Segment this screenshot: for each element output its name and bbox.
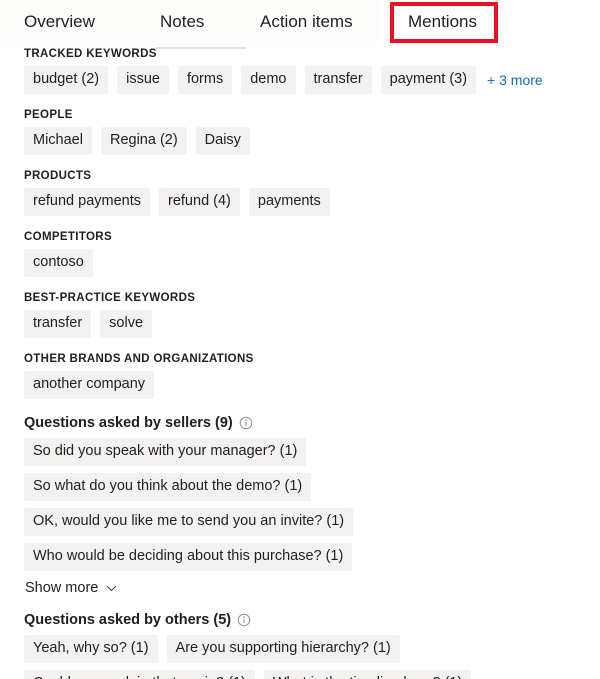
mentions-panel: Overview Notes Action items Mentions TRA… (0, 0, 600, 679)
chip-list: budget (2) issue forms demo transfer pay… (24, 66, 584, 94)
show-more-label: Show more (25, 580, 99, 596)
tab-underline-indicator (156, 47, 246, 49)
tab-overview-label: Overview (24, 12, 95, 31)
chevron-down-icon (105, 582, 118, 595)
keyword-chip[interactable]: payment (3) (380, 66, 477, 94)
question-chip[interactable]: Yeah, why so? (1) (24, 635, 158, 663)
brand-chip[interactable]: another company (24, 371, 155, 399)
question-chip[interactable]: Could you explain that again? (1) (24, 670, 255, 679)
chip-list: contoso (24, 249, 584, 277)
tab-notes[interactable]: Notes (150, 0, 214, 44)
info-circle-icon[interactable] (239, 416, 253, 430)
question-group-header: Questions asked by sellers (9) (24, 415, 584, 431)
section-best-practice-keywords: BEST-PRACTICE KEYWORDS transfer solve (0, 292, 600, 338)
section-other-brands: OTHER BRANDS AND ORGANIZATIONS another c… (0, 353, 600, 399)
question-group-header: Questions asked by others (5) (24, 612, 584, 628)
question-group-sellers: Questions asked by sellers (9) So did yo… (0, 415, 600, 596)
question-chip[interactable]: So did you speak with your manager? (1) (24, 438, 307, 466)
chip-list: refund payments refund (4) payments (24, 188, 584, 216)
tab-notes-label: Notes (160, 12, 205, 31)
competitor-chip[interactable]: contoso (24, 249, 93, 277)
tab-mentions-label: Mentions (408, 12, 477, 31)
section-title: COMPETITORS (24, 231, 112, 243)
question-chip[interactable]: Who would be deciding about this purchas… (24, 543, 353, 571)
product-chip[interactable]: payments (248, 188, 330, 216)
tab-action-items-label: Action items (260, 12, 353, 31)
keyword-chip[interactable]: demo (241, 66, 296, 94)
question-group-title: Questions asked by others (5) (24, 612, 232, 628)
best-practice-chip[interactable]: transfer (24, 310, 92, 338)
question-chip-list: Yeah, why so? (1) Are you supporting hie… (24, 635, 584, 679)
section-people: PEOPLE Michael Regina (2) Daisy (0, 109, 600, 155)
show-more-sellers-button[interactable]: Show more (25, 580, 118, 596)
show-more-keywords-link[interactable]: + 3 more (485, 66, 543, 94)
question-chip[interactable]: Are you supporting hierarchy? (1) (166, 635, 400, 663)
section-title: OTHER BRANDS AND ORGANIZATIONS (24, 353, 254, 365)
section-products: PRODUCTS refund payments refund (4) paym… (0, 170, 600, 216)
product-chip[interactable]: refund payments (24, 188, 151, 216)
tab-action-items[interactable]: Action items (250, 0, 363, 44)
tab-overview[interactable]: Overview (14, 0, 105, 44)
section-title: BEST-PRACTICE KEYWORDS (24, 292, 196, 304)
section-competitors: COMPETITORS contoso (0, 231, 600, 277)
section-title: TRACKED KEYWORDS (24, 48, 157, 60)
section-title: PEOPLE (24, 109, 73, 121)
tab-bar: Overview Notes Action items Mentions (0, 0, 600, 49)
question-group-title: Questions asked by sellers (9) (24, 415, 233, 431)
best-practice-chip[interactable]: solve (100, 310, 153, 338)
question-group-others: Questions asked by others (5) Yeah, why … (0, 612, 600, 679)
person-chip[interactable]: Michael (24, 127, 92, 155)
question-chip[interactable]: So what do you think about the demo? (1) (24, 473, 312, 501)
product-chip[interactable]: refund (4) (159, 188, 240, 216)
keyword-chip[interactable]: budget (2) (24, 66, 109, 94)
chip-list: transfer solve (24, 310, 584, 338)
question-chip[interactable]: What is the timeline here? (1) (263, 670, 472, 679)
info-circle-icon[interactable] (237, 613, 251, 627)
section-title: PRODUCTS (24, 170, 92, 182)
person-chip[interactable]: Regina (2) (100, 127, 187, 155)
question-chip-list: So did you speak with your manager? (1) … (24, 438, 584, 571)
chip-list: another company (24, 371, 584, 399)
chip-list: Michael Regina (2) Daisy (24, 127, 584, 155)
question-chip[interactable]: OK, would you like me to send you an inv… (24, 508, 354, 536)
section-tracked-keywords: TRACKED KEYWORDS budget (2) issue forms … (0, 48, 600, 94)
tab-mentions[interactable]: Mentions (398, 0, 487, 44)
person-chip[interactable]: Daisy (195, 127, 250, 155)
mentions-content: TRACKED KEYWORDS budget (2) issue forms … (0, 48, 600, 679)
keyword-chip[interactable]: transfer (304, 66, 372, 94)
keyword-chip[interactable]: issue (117, 66, 169, 94)
keyword-chip[interactable]: forms (177, 66, 233, 94)
